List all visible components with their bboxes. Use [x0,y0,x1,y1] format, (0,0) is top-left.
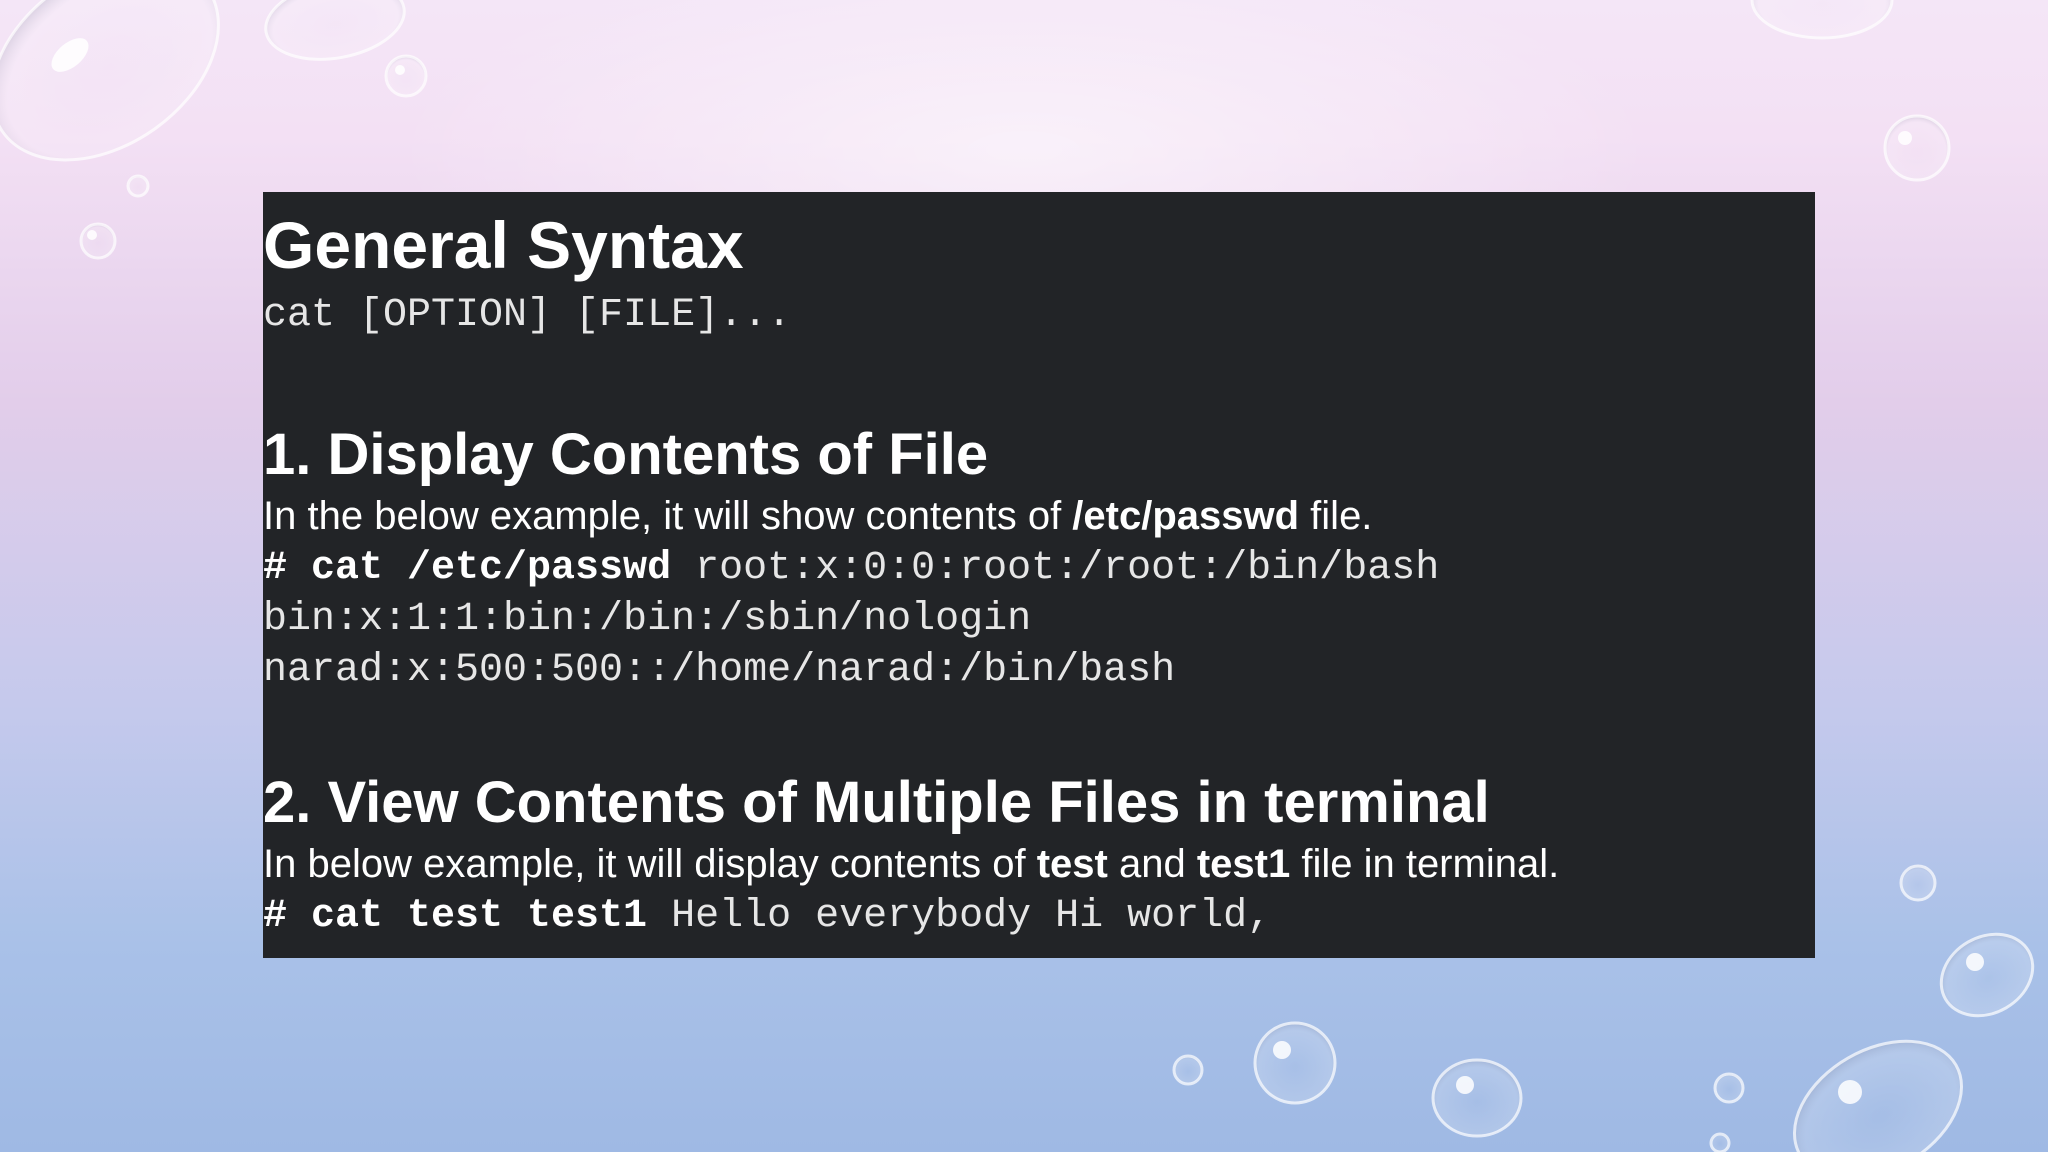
section2-desc-file-1: test [1036,842,1108,886]
section2-command: # cat test test1 [263,894,648,939]
section1-desc-file: /etc/passwd [1072,494,1300,538]
section2-code-line-1: # cat test test1 Hello everybody Hi worl… [263,897,1271,937]
code-panel: General Syntax cat [OPTION] [FILE]... 1.… [263,192,1815,958]
section1-desc-tail: file. [1299,494,1373,538]
section1-code-line-1: # cat /etc/passwd root:x:0:0:root:/root:… [263,549,1439,589]
section1-output-2: bin:x:1:1:bin:/bin:/sbin/nologin [263,597,1032,642]
section1-output-3: narad:x:500:500::/home/narad:/bin/bash [263,648,1176,693]
section2-desc-tail: file in terminal. [1290,842,1560,886]
section1-desc-text: In the below example, it will show conte… [263,494,1073,538]
section1-description: In the below example, it will show conte… [263,496,1372,536]
section1-heading: 1. Display Contents of File [263,422,989,487]
section1-output-1: root:x:0:0:root:/root:/bin/bash [671,546,1440,591]
section1-command: # cat /etc/passwd [263,546,672,591]
syntax-line: cat [OPTION] [FILE]... [263,293,792,338]
general-syntax-heading: General Syntax [263,208,744,282]
section2-desc-mid: and [1107,842,1197,886]
section2-desc-text: In below example, it will display conten… [263,842,1037,886]
section2-desc-file-2: test1 [1196,842,1291,886]
section2-heading: 2. View Contents of Multiple Files in te… [263,770,1490,835]
section2-output-1: Hello everybody Hi world, [647,894,1272,939]
section2-description: In below example, it will display conten… [263,844,1559,884]
